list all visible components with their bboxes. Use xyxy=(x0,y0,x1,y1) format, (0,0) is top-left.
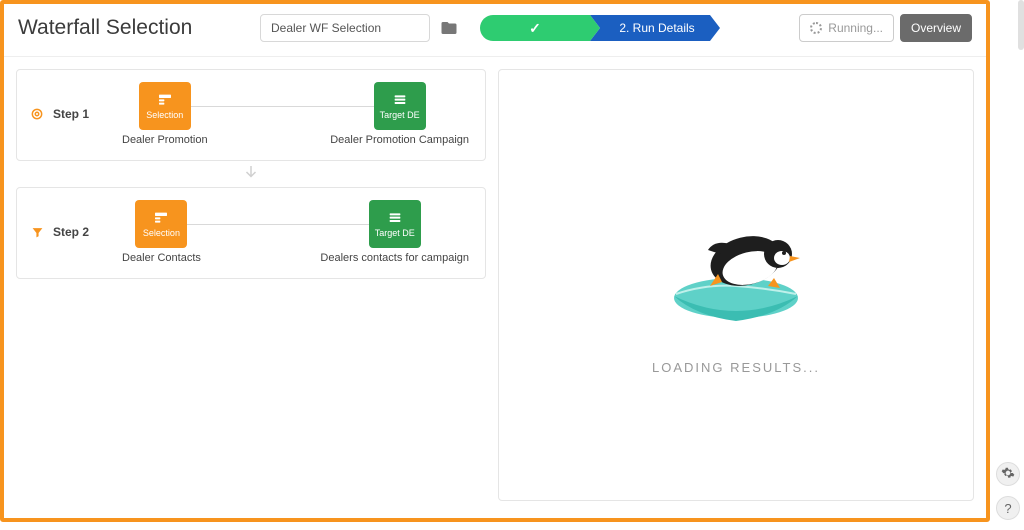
gear-icon xyxy=(1001,466,1015,483)
progress-step-1[interactable]: ✓ xyxy=(480,15,590,41)
help-icon: ? xyxy=(1004,501,1011,516)
steps-panel: Step 1 Selection Dealer Promotion xyxy=(16,69,486,501)
help-button[interactable]: ? xyxy=(996,496,1020,520)
results-panel: LOADING RESULTS... xyxy=(498,69,974,501)
arrow-down-icon xyxy=(242,163,260,183)
step-row: Step 1 Selection Dealer Promotion xyxy=(29,82,469,146)
node-name: Dealer Contacts xyxy=(122,252,201,264)
selection-node[interactable]: Selection Dealer Contacts xyxy=(122,200,201,264)
folder-icon[interactable] xyxy=(438,17,460,39)
progress-steps: ✓ 2. Run Details xyxy=(480,15,787,41)
step-row: Step 2 Selection Dealer Contacts xyxy=(29,200,469,264)
selection-node[interactable]: Selection Dealer Promotion xyxy=(122,82,208,146)
step-label-wrap: Step 1 xyxy=(29,106,104,122)
node-pair: Selection Dealer Promotion Target DE Dea… xyxy=(122,82,469,146)
settings-button[interactable] xyxy=(996,462,1020,486)
app-frame: Waterfall Selection Dealer WF Selection … xyxy=(0,0,990,522)
step-label: Step 2 xyxy=(53,225,89,239)
spinner-icon xyxy=(810,22,822,34)
step-card-1[interactable]: Step 1 Selection Dealer Promotion xyxy=(16,69,486,161)
selection-box-icon: Selection xyxy=(135,200,187,248)
running-button[interactable]: Running... xyxy=(799,14,894,42)
target-de-icon: Target DE xyxy=(374,82,426,130)
check-icon: ✓ xyxy=(529,20,541,37)
node-type-label: Target DE xyxy=(375,228,415,238)
node-name: Dealer Promotion Campaign xyxy=(330,134,469,146)
overview-label: Overview xyxy=(911,21,961,35)
target-node[interactable]: Target DE Dealer Promotion Campaign xyxy=(330,82,469,146)
node-type-label: Target DE xyxy=(380,110,420,120)
target-de-icon: Target DE xyxy=(369,200,421,248)
step-card-2[interactable]: Step 2 Selection Dealer Contacts xyxy=(16,187,486,279)
selection-name-input[interactable]: Dealer WF Selection xyxy=(260,14,430,42)
header-actions: Running... Overview xyxy=(799,14,972,42)
node-type-label: Selection xyxy=(143,228,180,238)
step-connector xyxy=(16,163,486,183)
node-name: Dealer Promotion xyxy=(122,134,208,146)
filter-icon xyxy=(29,224,45,240)
page-title: Waterfall Selection xyxy=(18,16,248,40)
step-label-wrap: Step 2 xyxy=(29,224,104,240)
overview-button[interactable]: Overview xyxy=(900,14,972,42)
node-type-label: Selection xyxy=(146,110,183,120)
node-pair: Selection Dealer Contacts Target DE Deal… xyxy=(122,200,469,264)
step-label: Step 1 xyxy=(53,107,89,121)
progress-step-2-label: 2. Run Details xyxy=(619,21,694,35)
side-controls: ? xyxy=(996,462,1020,520)
loading-text: LOADING RESULTS... xyxy=(652,360,820,375)
scrollbar[interactable] xyxy=(1018,0,1024,50)
selection-box-icon: Selection xyxy=(139,82,191,130)
main-content: Step 1 Selection Dealer Promotion xyxy=(4,57,986,513)
loading-illustration xyxy=(646,196,826,336)
progress-step-2[interactable]: 2. Run Details xyxy=(590,15,710,41)
target-icon xyxy=(29,106,45,122)
header-bar: Waterfall Selection Dealer WF Selection … xyxy=(4,4,986,57)
node-name: Dealers contacts for campaign xyxy=(320,252,469,264)
running-label: Running... xyxy=(828,21,883,35)
selection-picker-wrap: Dealer WF Selection xyxy=(260,14,460,42)
target-node[interactable]: Target DE Dealers contacts for campaign xyxy=(320,200,469,264)
